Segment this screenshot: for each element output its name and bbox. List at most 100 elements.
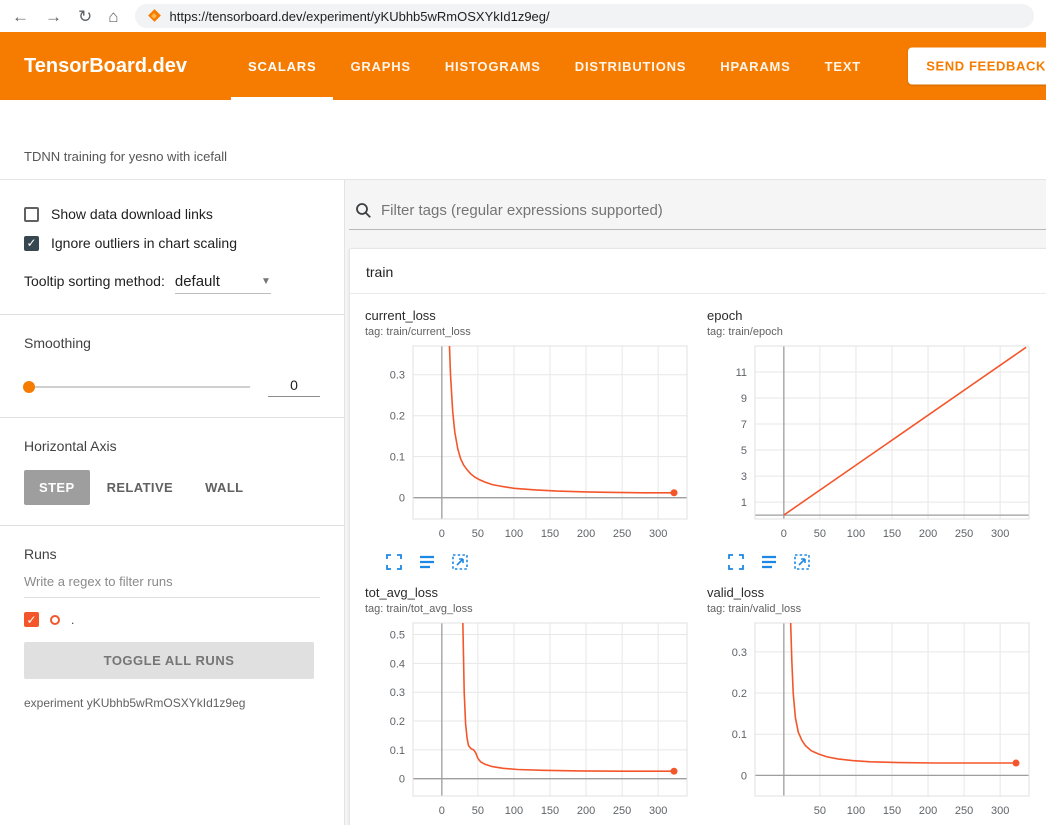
expand-card-icon[interactable]	[727, 553, 745, 571]
svg-text:100: 100	[505, 805, 523, 817]
tab-histograms[interactable]: HISTOGRAMS	[428, 32, 558, 100]
svg-text:150: 150	[541, 528, 559, 540]
run-row[interactable]: ✓ .	[24, 612, 320, 627]
svg-text:0.2: 0.2	[390, 411, 405, 423]
svg-text:11: 11	[736, 367, 747, 379]
address-bar[interactable]: https://tensorboard.dev/experiment/yKUbh…	[135, 4, 1034, 28]
axis-wall-button[interactable]: WALL	[190, 470, 258, 505]
svg-text:50: 50	[472, 805, 484, 817]
runs-filter-input[interactable]	[24, 564, 320, 598]
url-text[interactable]: https://tensorboard.dev/experiment/yKUbh…	[170, 9, 550, 24]
runs-label: Runs	[24, 546, 320, 562]
smoothing-label: Smoothing	[24, 335, 320, 351]
back-icon[interactable]: ←	[12, 8, 29, 25]
chart-title: epoch	[707, 308, 1046, 323]
svg-text:200: 200	[577, 528, 595, 540]
svg-text:250: 250	[613, 528, 631, 540]
fit-domain-icon[interactable]	[793, 553, 811, 571]
svg-text:0.3: 0.3	[390, 370, 405, 382]
show-download-links-label: Show data download links	[51, 206, 213, 222]
home-icon[interactable]: ⌂	[108, 8, 118, 25]
horizontal-axis-buttons: STEP RELATIVE WALL	[24, 470, 320, 505]
settings-sidebar: Show data download links ✓ Ignore outlie…	[0, 180, 345, 825]
tab-scalars[interactable]: SCALARS	[231, 32, 333, 100]
line-chart-tot_avg_loss[interactable]: 05010015020025030000.10.20.30.40.5	[365, 619, 695, 824]
svg-text:250: 250	[955, 805, 973, 817]
svg-text:0.4: 0.4	[390, 658, 405, 670]
fit-domain-icon[interactable]	[451, 553, 469, 571]
reload-icon[interactable]: ↻	[78, 8, 92, 25]
svg-text:0.2: 0.2	[390, 716, 405, 728]
line-chart-epoch[interactable]: 0501001502002503001357911	[707, 342, 1037, 547]
svg-text:150: 150	[883, 805, 901, 817]
line-chart-current_loss[interactable]: 05010015020025030000.10.20.3	[365, 342, 695, 547]
tab-hparams[interactable]: HPARAMS	[703, 32, 807, 100]
full-width-icon[interactable]	[418, 553, 436, 571]
chart-tag: tag: train/current_loss	[365, 326, 707, 338]
svg-text:300: 300	[991, 805, 1009, 817]
svg-text:5: 5	[741, 445, 747, 457]
svg-text:0: 0	[781, 528, 787, 540]
tooltip-sorting-dropdown[interactable]: default ▼	[175, 273, 271, 294]
show-download-links-option[interactable]: Show data download links	[24, 206, 320, 222]
svg-text:50: 50	[814, 805, 826, 817]
svg-text:200: 200	[919, 805, 937, 817]
ignore-outliers-option[interactable]: ✓ Ignore outliers in chart scaling	[24, 235, 320, 251]
toggle-all-runs-button[interactable]: TOGGLE ALL RUNS	[24, 642, 314, 679]
full-width-icon[interactable]	[760, 553, 778, 571]
app-header: TensorBoard.dev SCALARS GRAPHS HISTOGRAM…	[0, 32, 1046, 100]
checkbox-checked-icon[interactable]: ✓	[24, 236, 39, 251]
svg-text:100: 100	[847, 528, 865, 540]
svg-text:1: 1	[741, 497, 747, 509]
browser-toolbar: ← → ↻ ⌂ https://tensorboard.dev/experime…	[0, 0, 1046, 32]
svg-text:150: 150	[883, 528, 901, 540]
tooltip-sorting-value: default	[175, 273, 220, 290]
svg-text:250: 250	[613, 805, 631, 817]
svg-text:0: 0	[439, 805, 445, 817]
chart-toolbar	[365, 547, 707, 571]
experiment-bar: TDNN training for yesno with icefall	[0, 100, 1046, 180]
tab-graphs[interactable]: GRAPHS	[333, 32, 427, 100]
charts-grid: current_losstag: train/current_loss05010…	[350, 294, 1046, 825]
forward-icon[interactable]: →	[45, 8, 62, 25]
axis-relative-button[interactable]: RELATIVE	[92, 470, 189, 505]
run-name: .	[71, 613, 74, 627]
line-chart-valid_loss[interactable]: 5010015020025030000.10.20.3	[707, 619, 1037, 824]
svg-text:0: 0	[439, 528, 445, 540]
smoothing-value-input[interactable]: 0	[268, 377, 320, 397]
svg-text:0: 0	[399, 774, 405, 786]
axis-step-button[interactable]: STEP	[24, 470, 90, 505]
tab-text[interactable]: TEXT	[808, 32, 878, 100]
smoothing-slider-row: 0	[24, 377, 320, 397]
group-title[interactable]: train	[350, 249, 1046, 294]
smoothing-slider[interactable]	[24, 386, 250, 388]
send-feedback-button[interactable]: SEND FEEDBACK	[908, 48, 1046, 85]
chart-title: current_loss	[365, 308, 707, 323]
svg-text:100: 100	[847, 805, 865, 817]
svg-text:9: 9	[741, 393, 747, 405]
slider-thumb[interactable]	[23, 381, 35, 393]
svg-text:3: 3	[741, 471, 747, 483]
main-panel: train current_loss tag: train/current_los…	[345, 180, 1046, 825]
tab-distributions[interactable]: DISTRIBUTIONS	[558, 32, 704, 100]
chart-title: valid_loss	[707, 585, 1046, 600]
nav-tabs: SCALARS GRAPHS HISTOGRAMS DISTRIBUTIONS …	[231, 32, 878, 100]
filter-tags-input[interactable]	[381, 202, 1046, 219]
checkbox-unchecked-icon[interactable]	[24, 207, 39, 222]
svg-text:200: 200	[919, 528, 937, 540]
horizontal-axis-label: Horizontal Axis	[24, 438, 320, 454]
run-checkbox-icon[interactable]: ✓	[24, 612, 39, 627]
svg-text:300: 300	[991, 528, 1009, 540]
chart-toolbar	[707, 547, 1046, 571]
svg-text:0.1: 0.1	[732, 729, 747, 741]
tensorboard-favicon	[149, 10, 161, 22]
svg-text:50: 50	[814, 528, 826, 540]
divider	[0, 314, 344, 315]
svg-text:0.3: 0.3	[732, 647, 747, 659]
app-logo: TensorBoard.dev	[24, 55, 187, 78]
chart-card-valid_loss: valid_losstag: train/valid_loss501001502…	[707, 585, 1046, 825]
chart-card-current_loss: current_losstag: train/current_loss05010…	[365, 308, 707, 571]
tooltip-sorting-row: Tooltip sorting method: default ▼	[24, 273, 320, 294]
chart-title: tot_avg_loss	[365, 585, 707, 600]
expand-card-icon[interactable]	[385, 553, 403, 571]
